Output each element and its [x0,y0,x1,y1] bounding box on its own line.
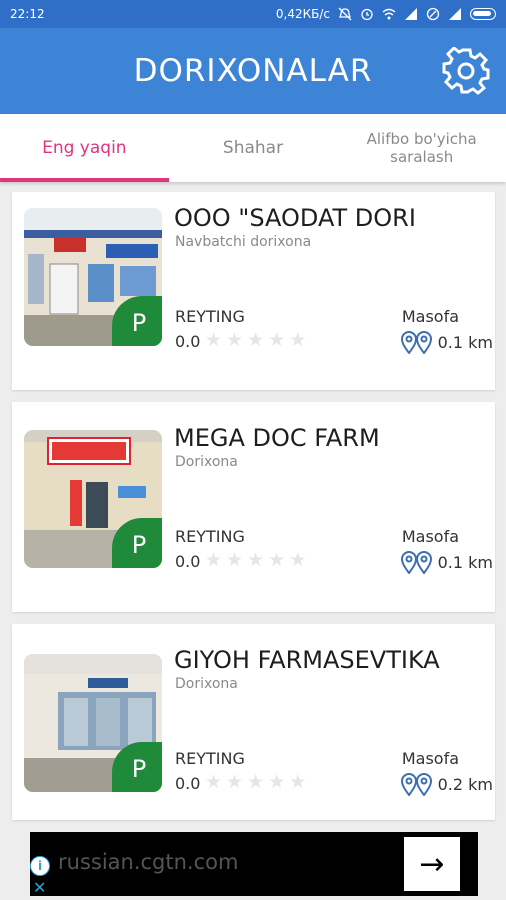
distance-label: Masofa [401,307,459,326]
rating-stars: ★ ★ ★ ★ ★ [205,329,306,351]
star-icon: ★ [268,771,286,793]
rating-label: REYTING [175,749,245,768]
pharmacy-card[interactable]: P OOO "SAODAT DORI Navbatchi dorixona RE… [12,192,495,390]
pharmacy-photo: P [24,430,162,568]
star-icon: ★ [226,771,244,793]
ad-banner[interactable]: russian.cgtn.com → [30,832,478,896]
star-icon: ★ [205,329,223,351]
app-title: DORIXONALAR [133,53,373,89]
signal-2-icon [449,8,461,20]
rating-stars: ★ ★ ★ ★ ★ [205,771,306,793]
map-pin-icon [400,773,432,796]
pharmacy-type: Navbatchi dorixona [175,234,312,250]
status-bar: 22:12 0,42КБ/с [0,0,506,28]
ad-close-icon[interactable]: ✕ [33,878,46,897]
map-pin-icon [400,551,432,574]
star-icon: ★ [247,549,265,571]
pharmacy-name: GIYOH FARMASEVTIKA [174,646,440,674]
distance-value: 0.2 km [437,774,493,794]
pharmacy-photo: P [24,208,162,346]
map-pin-icon [400,331,432,354]
pharmacy-card[interactable]: P MEGA DOC FARM Dorixona REYTING 0.0 ★ ★ ★… [12,402,495,612]
status-time: 22:12 [10,7,45,21]
distance: 0.1 km [400,550,493,574]
star-icon: ★ [226,329,244,351]
rating-label: REYTING [175,527,245,546]
pharmacy-photo: P [24,654,162,792]
rating-value: 0.0 [175,552,201,571]
pharmacy-name: OOO "SAODAT DORI [174,204,416,232]
gear-icon[interactable] [442,47,490,95]
distance-label: Masofa [401,527,459,546]
pharmacy-name: MEGA DOC FARM [174,424,380,452]
alarm-icon [361,8,373,21]
distance: 0.1 km [400,330,493,354]
battery-icon [470,8,496,20]
star-icon: ★ [205,771,223,793]
status-icons: 0,42КБ/с [276,7,496,21]
network-speed: 0,42КБ/с [275,7,330,21]
star-icon: ★ [268,329,286,351]
ad-text: russian.cgtn.com [58,850,239,874]
tab-label: Alifbo bo'yicha saralash [366,130,477,166]
ad-info-icon[interactable]: i [30,856,50,876]
data-saver-icon [426,7,440,21]
tab-alphabetical[interactable]: Alifbo bo'yicha saralash [337,114,506,182]
rating-value: 0.0 [175,774,201,793]
star-icon: ★ [289,771,307,793]
star-icon: ★ [289,329,307,351]
distance-value: 0.1 km [437,332,493,352]
pharmacy-type: Dorixona [175,676,238,692]
mute-icon [338,7,352,21]
star-icon: ★ [289,549,307,571]
star-icon: ★ [226,549,244,571]
rating-value: 0.0 [175,332,201,351]
app-bar: DORIXONALAR [0,28,506,114]
star-icon: ★ [247,329,265,351]
distance-label: Masofa [401,749,459,768]
tab-label: Shahar [222,138,284,158]
ad-arrow-button[interactable]: → [404,837,460,891]
tab-nearest[interactable]: Eng yaqin [0,114,169,182]
wifi-icon [382,8,396,20]
pharmacy-type: Dorixona [175,454,238,470]
distance: 0.2 km [400,772,493,796]
distance-value: 0.1 km [437,552,493,572]
tab-label: Eng yaqin [42,138,127,158]
signal-icon [405,8,417,20]
star-icon: ★ [268,549,286,571]
tab-bar: Eng yaqin Shahar Alifbo bo'yicha saralas… [0,114,506,182]
tab-city[interactable]: Shahar [169,114,338,182]
star-icon: ★ [247,771,265,793]
pharmacy-card[interactable]: P GIYOH FARMASEVTIKA Dorixona REYTING 0.… [12,624,495,820]
rating-label: REYTING [175,307,245,326]
rating-stars: ★ ★ ★ ★ ★ [205,549,306,571]
star-icon: ★ [205,549,223,571]
